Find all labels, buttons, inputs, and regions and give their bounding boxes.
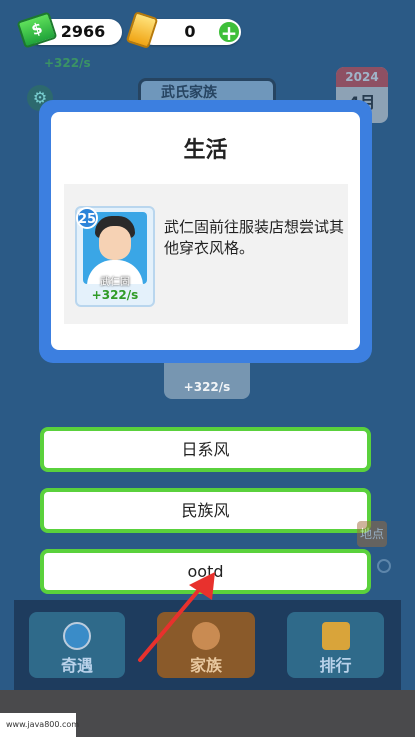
nav-encounter[interactable]: 奇遇 [29,612,125,678]
choice-button-3[interactable]: ootd [40,549,371,594]
member-level-badge: 25 [76,207,98,229]
nav-ranking-label: 排行 [319,656,352,675]
calendar-year: 2024 [336,67,388,87]
watermark: www.java800.com [0,713,79,737]
gold-amount: 0 [184,22,196,41]
nav-family-label: 家族 [189,656,222,675]
member-name: 武仁固 [100,277,130,288]
location-tag[interactable]: 地点 [357,521,387,547]
family-icon [192,622,220,650]
choice-button-1[interactable]: 日系风 [40,427,371,472]
choice-button-2[interactable]: 民族风 [40,488,371,533]
add-gold-button[interactable]: + [217,20,241,44]
event-description: 武仁固前往服装店想尝试其他穿衣风格。 [164,218,345,257]
modal-title: 生活 [183,138,228,163]
member-rate: +322/s [91,288,139,302]
side-circle-icon[interactable] [377,559,391,573]
background-member-rate: +322/s [183,380,231,394]
income-rate: +322/s [44,56,91,70]
cash-amount: 2966 [60,22,106,41]
nav-ranking[interactable]: 排行 [287,612,384,678]
game-screen: 2966 0 + +322/s ⚙ 武氏家族 2024 4月 +322/s 生活… [0,0,415,690]
compass-icon [63,622,91,650]
nav-family[interactable]: 家族 [157,612,255,678]
trophy-icon [321,622,350,650]
nav-encounter-label: 奇遇 [60,656,93,675]
